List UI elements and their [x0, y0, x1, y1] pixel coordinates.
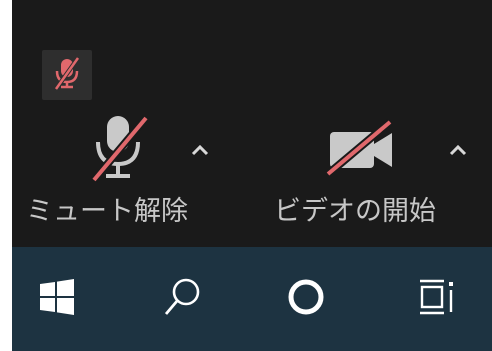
audio-options-button[interactable] — [184, 138, 216, 162]
unmute-label: ミュート解除 — [26, 196, 188, 227]
start-video-label: ビデオの開始 — [274, 196, 436, 227]
cortana-icon — [286, 277, 326, 321]
windows-taskbar — [12, 247, 492, 351]
unmute-button[interactable]: ミュート解除 — [26, 110, 192, 240]
task-view-button[interactable] — [392, 247, 482, 351]
cortana-button[interactable] — [261, 247, 351, 351]
chevron-up-icon — [449, 141, 467, 160]
muted-mic-icon — [52, 56, 82, 94]
meeting-controls-bar: ミュート解除 ビデオの開始 — [12, 0, 492, 247]
windows-start-icon — [38, 278, 76, 320]
video-off-icon — [325, 118, 398, 182]
start-button[interactable] — [12, 247, 102, 351]
search-button[interactable] — [137, 247, 227, 351]
task-view-icon — [416, 276, 458, 322]
chevron-up-icon — [191, 141, 209, 160]
video-options-button[interactable] — [442, 138, 474, 162]
muted-mic-indicator — [42, 50, 92, 100]
start-video-button[interactable]: ビデオの開始 — [274, 110, 436, 240]
search-icon — [162, 276, 202, 322]
mic-off-icon — [88, 112, 150, 188]
